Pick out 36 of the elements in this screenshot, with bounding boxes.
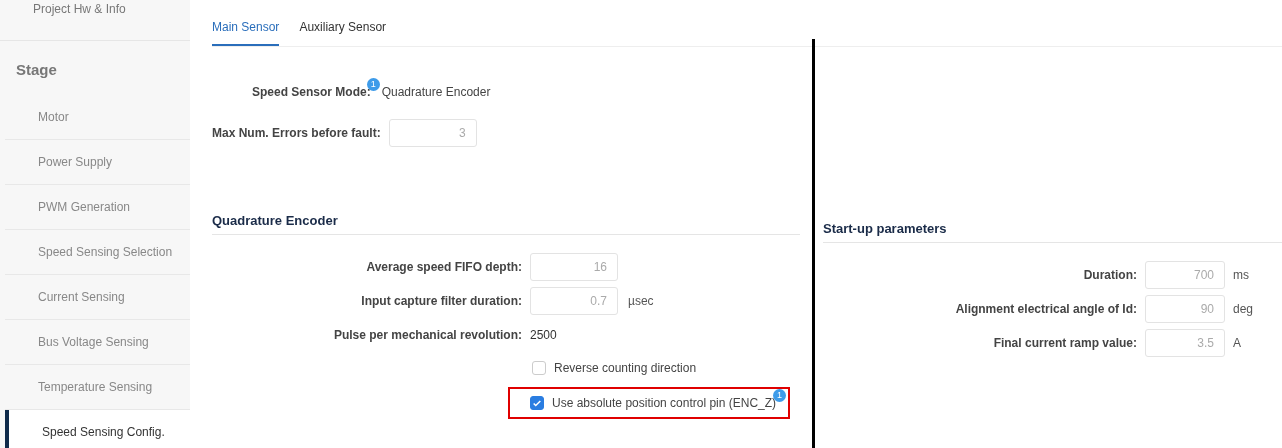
unit-label: A [1233, 336, 1242, 350]
section-title: Stage [15, 60, 58, 80]
field-value: 2500 [530, 328, 558, 342]
check-icon [532, 398, 542, 408]
sidebar-item[interactable]: PWM Generation [5, 185, 190, 230]
field-label: Alignment electrical angle of Id: [955, 302, 1137, 316]
number-field[interactable]: 3.5 [1145, 329, 1225, 357]
sidebar-item[interactable]: Speed Sensing Config. [5, 410, 190, 448]
number-field[interactable]: 16 [530, 253, 618, 281]
tab[interactable]: Main Sensor [212, 20, 280, 46]
field-label: Input capture filter duration: [361, 294, 522, 308]
unit-label: deg [1233, 302, 1255, 316]
sidebar-header[interactable]: Project Hw & Info [0, 0, 190, 41]
field-label: Final current ramp value: [993, 336, 1137, 350]
checkbox-label: Reverse counting direction [554, 361, 697, 375]
field-label: Average speed FIFO depth: [366, 260, 522, 274]
unit-label: ms [1233, 268, 1250, 282]
sidebar-item[interactable]: Motor [5, 95, 190, 140]
sidebar-item[interactable]: Bus Voltage Sensing [5, 320, 190, 365]
sidebar-item[interactable]: Power Supply [5, 140, 190, 185]
field-label: Max Num. Errors before fault: [212, 126, 381, 140]
number-field[interactable]: 0.7 [530, 287, 618, 315]
sidebar-item[interactable]: Speed Sensing Selection [5, 230, 190, 275]
number-field[interactable]: 3 [388, 119, 477, 147]
section-title: Quadrature Encoder [212, 213, 800, 235]
number-field[interactable]: 90 [1145, 295, 1225, 323]
field-label: Duration: [1083, 268, 1137, 282]
field-label: Pulse per mechanical revolution: [333, 328, 522, 342]
section-title: Start-up parameters [823, 221, 1282, 243]
sidebar-item[interactable]: Current Sensing [5, 275, 190, 320]
checkbox[interactable] [530, 396, 544, 410]
field-value: Quadrature Encoder [381, 85, 491, 99]
number-field[interactable]: 700 [1145, 261, 1225, 289]
tab[interactable]: Auxiliary Sensor [299, 20, 387, 46]
unit-label: µsec [628, 294, 655, 308]
checkbox[interactable] [532, 361, 546, 375]
